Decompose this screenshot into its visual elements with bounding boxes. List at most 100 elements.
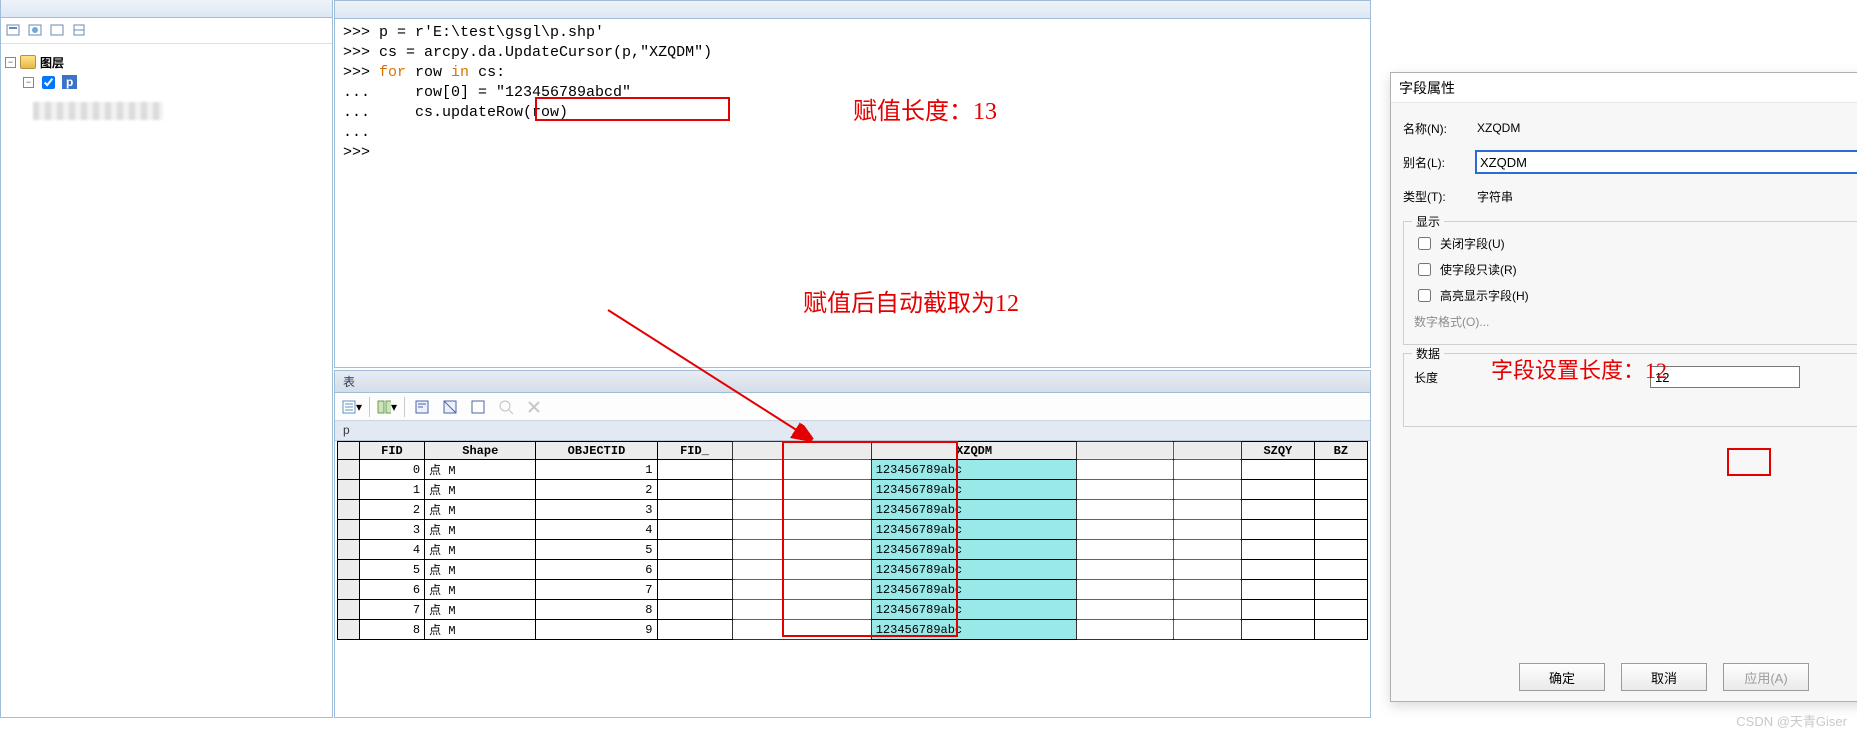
toc-tool-1-icon[interactable] — [5, 22, 23, 40]
cell-blur-2 — [1077, 580, 1174, 600]
number-format-link: 数字格式(O)... — [1414, 308, 1857, 334]
cell-shape: 点 M — [425, 600, 536, 620]
group-data-title: 数据 — [1412, 345, 1444, 362]
cell-objectid: 4 — [536, 520, 657, 540]
highlight-box-length-value — [1727, 448, 1771, 476]
cell-objectid: 7 — [536, 580, 657, 600]
cell-szqy — [1242, 460, 1315, 480]
alias-input[interactable] — [1475, 150, 1857, 174]
cell-blur-3 — [1174, 480, 1242, 500]
cell-fid-under — [657, 620, 732, 640]
label-readonly: 使字段只读(R) — [1440, 261, 1517, 278]
apply-button[interactable]: 应用(A) — [1723, 663, 1809, 691]
toc-tool-4-icon[interactable] — [71, 22, 89, 40]
cell-shape: 点 M — [425, 520, 536, 540]
row-selector[interactable] — [338, 600, 360, 620]
cell-shape: 点 M — [425, 500, 536, 520]
checkbox-close-field[interactable] — [1418, 237, 1431, 250]
cell-bz — [1314, 620, 1367, 640]
row-selector[interactable] — [338, 580, 360, 600]
dialog-titlebar[interactable]: 字段属性 ✕ — [1391, 73, 1857, 103]
cell-blur-2 — [1077, 600, 1174, 620]
length-value-box[interactable]: 12 — [1650, 366, 1800, 388]
cell-blur-2 — [1077, 480, 1174, 500]
annotation-assign-length: 赋值长度：13 — [853, 91, 997, 126]
row-selector[interactable] — [338, 540, 360, 560]
cell-objectid: 6 — [536, 560, 657, 580]
cell-blur-3 — [1174, 500, 1242, 520]
toc-toolbar — [1, 18, 332, 44]
cell-blur-2 — [1077, 540, 1174, 560]
col-bz[interactable]: BZ — [1314, 442, 1367, 460]
cell-fid: 2 — [359, 500, 424, 520]
annotation-arrow — [334, 290, 934, 500]
ok-button[interactable]: 确定 — [1519, 663, 1605, 691]
cell-objectid: 8 — [536, 600, 657, 620]
label-alias: 别名(L): — [1403, 154, 1475, 171]
cell-shape: 点 M — [425, 560, 536, 580]
value-type: 字符串 — [1475, 188, 1857, 205]
expand-icon[interactable]: − — [5, 57, 16, 68]
cell-fid: 4 — [359, 540, 424, 560]
row-selector[interactable] — [338, 500, 360, 520]
cell-blur-2 — [1077, 620, 1174, 640]
dialog-title: 字段属性 — [1399, 78, 1455, 98]
blurred-layer-item — [33, 102, 163, 120]
cell-fid: 3 — [359, 520, 424, 540]
cell-szqy — [1242, 620, 1315, 640]
value-name: XZQDM — [1475, 121, 1857, 135]
row-selector[interactable] — [338, 560, 360, 580]
cell-fid-under — [657, 520, 732, 540]
cell-blur-3 — [1174, 460, 1242, 480]
highlight-box-code-string — [535, 97, 730, 121]
group-display-title: 显示 — [1412, 213, 1444, 230]
cell-bz — [1314, 560, 1367, 580]
tree-root[interactable]: − 图层 — [5, 52, 328, 72]
label-name: 名称(N): — [1403, 120, 1475, 137]
cell-fid-under — [657, 600, 732, 620]
toc-tool-3-icon[interactable] — [49, 22, 67, 40]
row-selector[interactable] — [338, 520, 360, 540]
layer-visibility-checkbox[interactable] — [42, 76, 55, 89]
cell-szqy — [1242, 520, 1315, 540]
cell-bz — [1314, 600, 1367, 620]
field-properties-dialog: 字段属性 ✕ 名称(N): XZQDM 别名(L): 类型(T): 字符串 显示… — [1390, 72, 1857, 702]
col-blur-2[interactable] — [1077, 442, 1174, 460]
cell-bz — [1314, 540, 1367, 560]
cell-blur-3 — [1174, 620, 1242, 640]
checkbox-highlight[interactable] — [1418, 289, 1431, 302]
checkbox-readonly[interactable] — [1418, 263, 1431, 276]
tree-layer-row[interactable]: − p — [5, 72, 328, 92]
cell-fid-under — [657, 540, 732, 560]
cell-szqy — [1242, 500, 1315, 520]
dialog-footer: 确定 取消 应用(A) — [1391, 663, 1857, 691]
expand-icon[interactable]: − — [23, 77, 34, 88]
cell-blur-2 — [1077, 500, 1174, 520]
cell-blur-2 — [1077, 560, 1174, 580]
cell-szqy — [1242, 560, 1315, 580]
cell-shape: 点 M — [425, 540, 536, 560]
cell-bz — [1314, 520, 1367, 540]
label-highlight: 高亮显示字段(H) — [1440, 287, 1529, 304]
row-selector[interactable] — [338, 620, 360, 640]
toc-panel: − 图层 − p — [0, 0, 333, 718]
toc-title-bar — [1, 0, 332, 18]
col-blur-3[interactable] — [1174, 442, 1242, 460]
annotation-field-length: 字段设置长度：12 — [1491, 353, 1667, 385]
cell-shape: 点 M — [425, 580, 536, 600]
cell-fid: 5 — [359, 560, 424, 580]
cell-fid: 6 — [359, 580, 424, 600]
toc-tool-2-icon[interactable] — [27, 22, 45, 40]
python-console-header — [335, 1, 1370, 19]
cell-blur-3 — [1174, 540, 1242, 560]
toc-tree: − 图层 − p — [1, 44, 332, 128]
cell-bz — [1314, 460, 1367, 480]
cell-bz — [1314, 480, 1367, 500]
tree-root-label: 图层 — [40, 54, 64, 71]
cell-objectid: 9 — [536, 620, 657, 640]
group-display: 显示 关闭字段(U) 使字段只读(R) 高亮显示字段(H) 数字格式(O)... — [1403, 221, 1857, 345]
cancel-button[interactable]: 取消 — [1621, 663, 1707, 691]
col-szqy[interactable]: SZQY — [1242, 442, 1315, 460]
cell-szqy — [1242, 600, 1315, 620]
cell-szqy — [1242, 540, 1315, 560]
